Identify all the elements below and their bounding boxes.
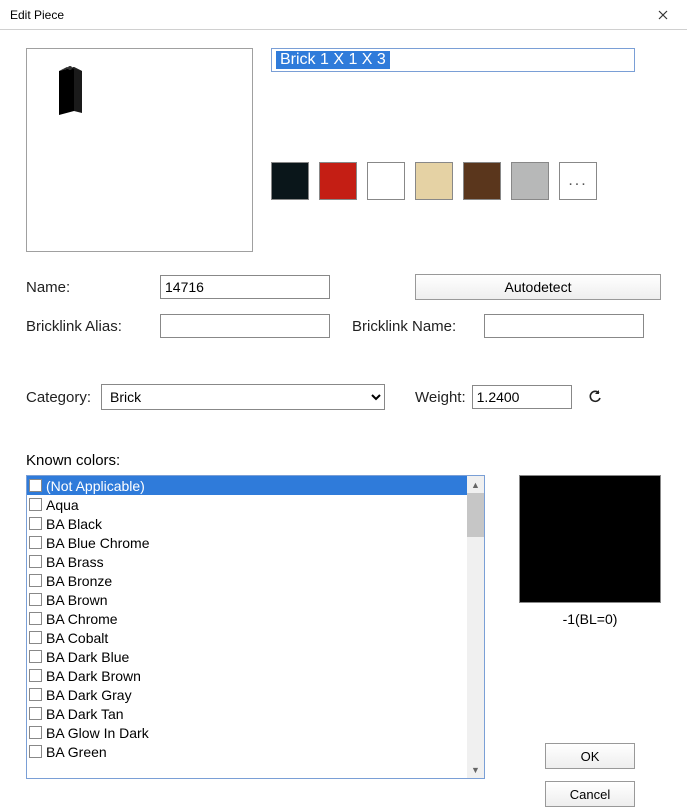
cancel-button[interactable]: Cancel <box>545 781 635 807</box>
checkbox-icon[interactable] <box>29 650 42 663</box>
name-input[interactable] <box>160 275 330 299</box>
refresh-weight-button[interactable] <box>586 388 604 406</box>
list-item-label: BA Brass <box>46 554 104 570</box>
piece-title-input[interactable]: Brick 1 X 1 X 3 <box>271 48 635 72</box>
checkbox-icon[interactable] <box>29 612 42 625</box>
color-preview-label: -1(BL=0) <box>563 611 618 627</box>
refresh-icon <box>588 390 602 404</box>
checkbox-icon[interactable] <box>29 498 42 511</box>
checkbox-icon[interactable] <box>29 726 42 739</box>
checkbox-icon[interactable] <box>29 707 42 720</box>
color-swatch-tan[interactable] <box>415 162 453 200</box>
piece-thumbnail <box>30 52 107 129</box>
list-item[interactable]: BA Dark Tan <box>27 704 467 723</box>
bricklink-name-input[interactable] <box>484 314 644 338</box>
recent-colors-row: ... <box>271 162 661 200</box>
list-item-label: Aqua <box>46 497 79 513</box>
list-item-label: BA Cobalt <box>46 630 108 646</box>
checkbox-icon[interactable] <box>29 669 42 682</box>
close-button[interactable] <box>640 1 685 29</box>
list-item-label: BA Dark Tan <box>46 706 124 722</box>
known-colors-list-inner: (Not Applicable) Aqua BA Black BA Blue Chro… <box>27 476 467 778</box>
name-label: Name: <box>26 279 160 296</box>
color-swatch-red[interactable] <box>319 162 357 200</box>
more-colors-button[interactable]: ... <box>559 162 597 200</box>
piece-title-text: Brick 1 X 1 X 3 <box>276 51 391 69</box>
titlebar: Edit Piece <box>0 0 687 30</box>
bricklink-alias-input[interactable] <box>160 314 330 338</box>
color-swatch-lightgray[interactable] <box>511 162 549 200</box>
bricklink-alias-label: Bricklink Alias: <box>26 318 160 335</box>
category-select[interactable]: Brick <box>101 384 385 410</box>
list-item[interactable]: BA Dark Brown <box>27 666 467 685</box>
list-item[interactable]: BA Cobalt <box>27 628 467 647</box>
color-swatch-brown[interactable] <box>463 162 501 200</box>
autodetect-button[interactable]: Autodetect <box>415 274 661 300</box>
ok-button[interactable]: OK <box>545 743 635 769</box>
list-item[interactable]: BA Black <box>27 514 467 533</box>
color-preview-swatch <box>519 475 661 603</box>
checkbox-icon[interactable] <box>29 555 42 568</box>
list-item[interactable]: BA Glow In Dark <box>27 723 467 742</box>
listbox-scrollbar[interactable]: ▲ ▼ <box>467 476 484 778</box>
list-item[interactable]: BA Brass <box>27 552 467 571</box>
category-label: Category: <box>26 389 91 406</box>
bricklink-name-label: Bricklink Name: <box>352 318 484 335</box>
checkbox-icon[interactable] <box>29 574 42 587</box>
checkbox-icon[interactable] <box>29 593 42 606</box>
checkbox-icon[interactable] <box>29 745 42 758</box>
list-item-label: BA Bronze <box>46 573 112 589</box>
list-item[interactable]: BA Bronze <box>27 571 467 590</box>
list-item[interactable]: (Not Applicable) <box>27 476 467 495</box>
close-icon <box>658 10 668 20</box>
known-colors-listbox[interactable]: (Not Applicable) Aqua BA Black BA Blue Chro… <box>26 475 485 779</box>
list-item[interactable]: BA Dark Blue <box>27 647 467 666</box>
weight-label: Weight: <box>415 389 466 406</box>
checkbox-icon[interactable] <box>29 688 42 701</box>
list-item-label: (Not Applicable) <box>46 478 145 494</box>
known-colors-label: Known colors: <box>26 452 661 469</box>
list-item-label: BA Chrome <box>46 611 118 627</box>
list-item-label: BA Brown <box>46 592 107 608</box>
list-item-label: BA Green <box>46 744 107 760</box>
window-title: Edit Piece <box>10 8 640 22</box>
checkbox-icon[interactable] <box>29 517 42 530</box>
list-item[interactable]: BA Chrome <box>27 609 467 628</box>
list-item[interactable]: BA Brown <box>27 590 467 609</box>
list-item[interactable]: Aqua <box>27 495 467 514</box>
scroll-up-button[interactable]: ▲ <box>467 476 484 493</box>
checkbox-icon[interactable] <box>29 479 42 492</box>
list-item[interactable]: BA Green <box>27 742 467 761</box>
color-swatch-white[interactable] <box>367 162 405 200</box>
list-item-label: BA Blue Chrome <box>46 535 150 551</box>
list-item-label: BA Black <box>46 516 102 532</box>
weight-input[interactable] <box>472 385 572 409</box>
checkbox-icon[interactable] <box>29 631 42 644</box>
list-item-label: BA Dark Brown <box>46 668 141 684</box>
checkbox-icon[interactable] <box>29 536 42 549</box>
list-item-label: BA Dark Gray <box>46 687 132 703</box>
scroll-track[interactable] <box>467 493 484 761</box>
list-item-label: BA Glow In Dark <box>46 725 149 741</box>
color-swatch-black[interactable] <box>271 162 309 200</box>
list-item[interactable]: BA Dark Gray <box>27 685 467 704</box>
piece-preview-frame <box>26 48 253 252</box>
list-item[interactable]: BA Blue Chrome <box>27 533 467 552</box>
scroll-down-button[interactable]: ▼ <box>467 761 484 778</box>
list-item-label: BA Dark Blue <box>46 649 129 665</box>
scroll-thumb[interactable] <box>467 493 484 537</box>
